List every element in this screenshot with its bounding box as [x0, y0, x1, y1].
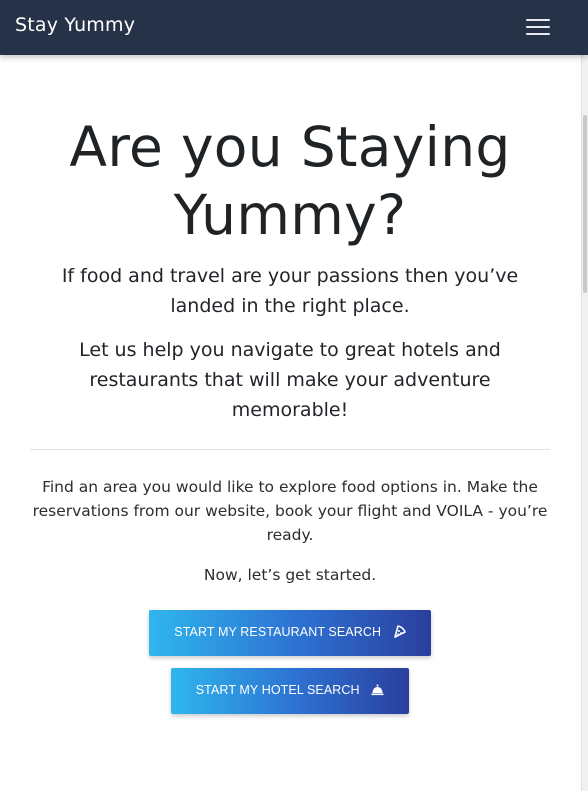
pizza-slice-icon [393, 625, 406, 641]
hotel-search-label: START MY HOTEL SEARCH [195, 683, 360, 697]
navbar: Stay Yummy [0, 0, 588, 55]
scrollbar-thumb[interactable] [583, 115, 587, 293]
hero-lead: If food and travel are your passions the… [61, 265, 519, 317]
scrollbar[interactable] [581, 55, 588, 791]
menu-toggle-button[interactable] [520, 12, 556, 42]
hero-title: Are you Staying Yummy? [69, 115, 511, 247]
cta-text: Now, let’s get started. [203, 566, 377, 584]
description-text: Find an area you would like to explore f… [32, 478, 548, 544]
hero-lead-secondary: Let us help you navigate to great hotels… [79, 339, 501, 421]
restaurant-search-label: START MY RESTAURANT SEARCH [174, 625, 382, 639]
hotel-search-button[interactable]: START MY HOTEL SEARCH [171, 668, 409, 714]
concierge-bell-icon [371, 684, 384, 699]
divider [30, 449, 550, 450]
restaurant-search-button[interactable]: START MY RESTAURANT SEARCH [149, 610, 431, 656]
page: Stay Yummy Are you Staying Yummy? If foo… [0, 0, 588, 791]
brand-link[interactable]: Stay Yummy [15, 14, 135, 36]
main-content: Are you Staying Yummy? If food and trave… [0, 55, 580, 714]
